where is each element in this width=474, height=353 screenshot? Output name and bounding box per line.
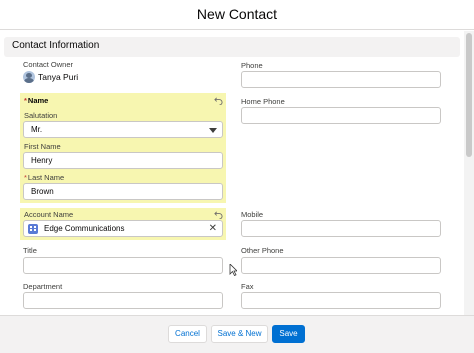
section-header[interactable]: Contact Information bbox=[4, 37, 460, 57]
modal-header: New Contact bbox=[0, 0, 474, 30]
account-name-label: Account Name bbox=[24, 210, 74, 219]
save-and-new-button[interactable]: Save & New bbox=[211, 325, 268, 343]
title-input[interactable] bbox=[23, 257, 223, 274]
contact-owner-label: Contact Owner bbox=[23, 60, 74, 69]
required-mark: * bbox=[24, 96, 27, 105]
chevron-down-icon bbox=[209, 128, 217, 133]
modal-title: New Contact bbox=[196, 6, 278, 22]
scrollbar[interactable] bbox=[464, 31, 474, 315]
modal-footer: Cancel Save & New Save bbox=[0, 315, 474, 353]
contact-owner-value[interactable]: Tanya Puri bbox=[38, 72, 78, 82]
salutation-label: Salutation bbox=[24, 111, 58, 120]
salutation-select[interactable]: Mr. bbox=[23, 121, 223, 138]
form-body: Contact Information Contact Owner Tanya … bbox=[0, 31, 464, 315]
last-name-label-text: Last Name bbox=[27, 173, 65, 182]
undo-icon[interactable] bbox=[214, 96, 223, 105]
phone-label: Phone bbox=[241, 61, 263, 70]
last-name-value: Brown bbox=[31, 187, 54, 196]
name-label-text: Name bbox=[27, 96, 49, 105]
phone-input[interactable] bbox=[241, 71, 441, 88]
account-name-value: Edge Communications bbox=[44, 224, 125, 233]
department-label: Department bbox=[23, 282, 63, 291]
cancel-button[interactable]: Cancel bbox=[168, 325, 207, 343]
scrollbar-thumb[interactable] bbox=[466, 33, 472, 157]
first-name-value: Henry bbox=[31, 156, 53, 165]
section-title: Contact Information bbox=[12, 40, 100, 51]
mobile-label: Mobile bbox=[241, 210, 264, 219]
required-mark: * bbox=[24, 173, 27, 182]
fax-label: Fax bbox=[241, 282, 254, 291]
other-phone-input[interactable] bbox=[241, 257, 441, 274]
home-phone-label: Home Phone bbox=[241, 97, 285, 106]
first-name-label: First Name bbox=[24, 142, 61, 151]
account-icon bbox=[28, 224, 38, 234]
other-phone-label: Other Phone bbox=[241, 246, 284, 255]
title-label: Title bbox=[23, 246, 37, 255]
close-icon[interactable]: ✕ bbox=[209, 223, 217, 234]
first-name-input[interactable]: Henry bbox=[23, 152, 223, 169]
mobile-input[interactable] bbox=[241, 220, 441, 237]
name-label: *Name bbox=[24, 96, 48, 105]
user-avatar-icon bbox=[23, 71, 35, 83]
home-phone-input[interactable] bbox=[241, 107, 441, 124]
save-button[interactable]: Save bbox=[272, 325, 305, 343]
salutation-value: Mr. bbox=[31, 125, 43, 134]
department-input[interactable] bbox=[23, 292, 223, 309]
last-name-input[interactable]: Brown bbox=[23, 183, 223, 200]
last-name-label: *Last Name bbox=[24, 173, 64, 182]
account-name-lookup[interactable]: Edge Communications ✕ bbox=[23, 220, 223, 237]
text-cursor-icon bbox=[229, 264, 237, 276]
undo-icon[interactable] bbox=[214, 210, 223, 219]
fax-input[interactable] bbox=[241, 292, 441, 309]
